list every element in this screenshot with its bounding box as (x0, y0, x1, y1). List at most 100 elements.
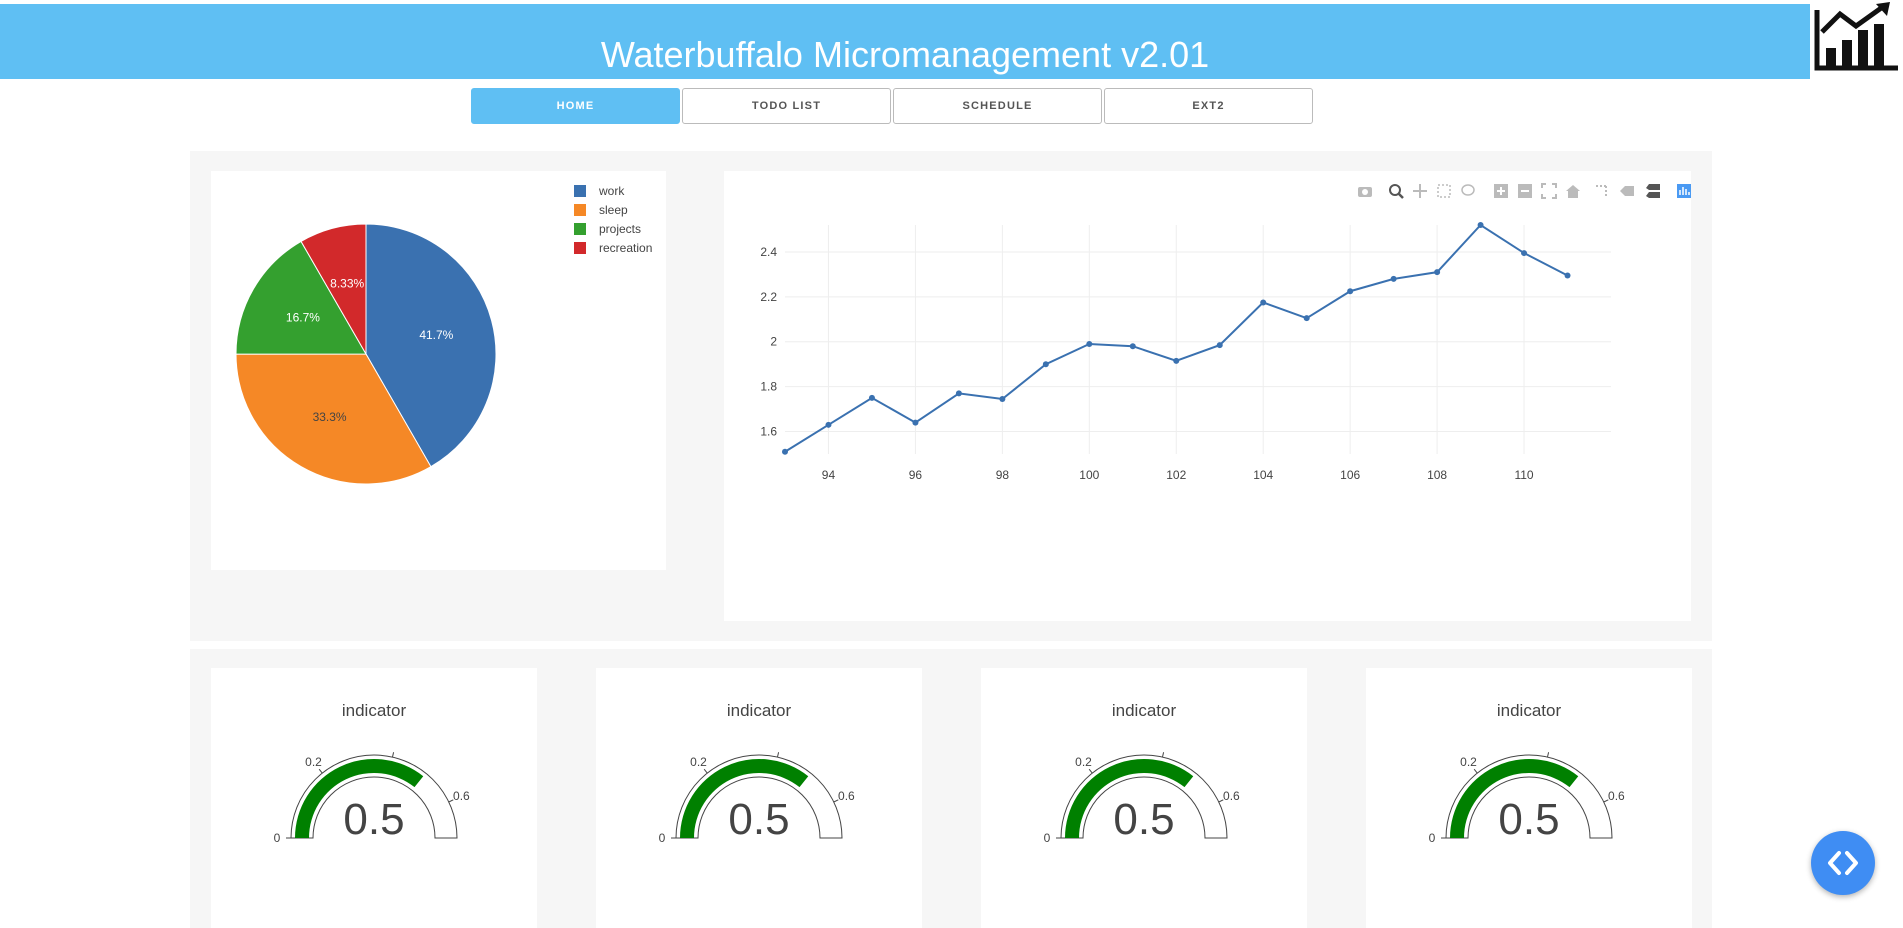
gauge-card: indicator 0 0.2 0.4 0.6 0.5 (596, 668, 922, 928)
tab-home[interactable]: HOME (471, 88, 680, 124)
gauge-value: 0.5 (728, 795, 789, 844)
gauge-tick-label: 0 (1044, 831, 1051, 845)
legend-item-sleep[interactable]: sleep (599, 203, 628, 217)
reset-axes-icon[interactable] (1566, 185, 1580, 198)
gauge-card: indicator 0 0.2 0.4 0.6 0.5 (211, 668, 537, 928)
gauge-tick (1161, 752, 1165, 758)
gauge-title: indicator (341, 701, 407, 720)
pie-value-label: 33.3% (313, 410, 347, 424)
legend-item-recreation[interactable]: recreation (599, 241, 652, 255)
data-point[interactable] (1173, 357, 1180, 364)
gauge-tick-label: 0 (659, 831, 666, 845)
gauge-value: 0.5 (1113, 795, 1174, 844)
legend-item-projects[interactable]: projects (599, 222, 641, 236)
data-point[interactable] (868, 394, 875, 401)
gauge-tick (1088, 768, 1093, 774)
gauge-tick-label: 0.2 (690, 755, 707, 769)
pie-value-label: 16.7% (286, 311, 320, 325)
gauge-title: indicator (726, 701, 792, 720)
gauge-title: indicator (1111, 701, 1177, 720)
gauge-tick-label: 0.2 (1460, 755, 1477, 769)
spike-lines-icon[interactable] (1596, 185, 1607, 196)
legend-swatch[interactable] (574, 242, 586, 254)
data-point[interactable] (1086, 340, 1093, 347)
gauge-title: indicator (1496, 701, 1562, 720)
lasso-icon[interactable] (1461, 184, 1475, 196)
gauge-indicator: 0 0.2 0.4 0.6 0.5 (274, 748, 470, 845)
tab-bar: HOME TODO LIST SCHEDULE EXT2 (471, 88, 1315, 126)
gauge-indicator: 0 0.2 0.4 0.6 0.5 (1044, 748, 1240, 845)
pie-value-label: 41.7% (419, 328, 453, 342)
gauge-tick-label: 0.4 (772, 748, 789, 750)
x-tick-label: 94 (822, 468, 836, 482)
legend-swatch[interactable] (574, 185, 586, 197)
x-tick-label: 108 (1427, 468, 1447, 482)
data-point[interactable] (1347, 288, 1354, 295)
gauge-card: indicator 0 0.2 0.4 0.6 0.5 (981, 668, 1307, 928)
data-point[interactable] (1042, 361, 1049, 368)
x-tick-label: 102 (1166, 468, 1186, 482)
x-tick-label: 100 (1079, 468, 1099, 482)
tab-todo-list[interactable]: TODO LIST (682, 88, 891, 124)
pie-chart[interactable]: 41.7% 33.3% 16.7% 8.33% work sleep projects rec… (211, 171, 666, 570)
code-toggle-button[interactable] (1811, 831, 1875, 895)
data-point[interactable] (1303, 315, 1310, 322)
gauge-tick-label: 0.4 (1157, 748, 1174, 750)
data-point[interactable] (1521, 250, 1528, 257)
gauge-tick-label: 0.4 (387, 748, 404, 750)
gauge-tick (391, 752, 395, 758)
gauge-tick (1473, 768, 1478, 774)
legend-item-work[interactable]: work (598, 184, 625, 198)
data-point[interactable] (955, 390, 962, 397)
data-point[interactable] (1564, 272, 1571, 279)
x-tick-label: 110 (1514, 468, 1533, 482)
x-tick-label: 106 (1340, 468, 1360, 482)
y-tick-label: 2 (770, 335, 777, 349)
data-point[interactable] (1390, 275, 1397, 282)
gauge-indicator: 0 0.2 0.4 0.6 0.5 (659, 748, 855, 845)
y-tick-label: 2.4 (760, 245, 777, 259)
line-chart[interactable]: 94 96 98 100 102 104 106 108 110 1.6 1.8 2 2.2 2.4 (724, 171, 1691, 621)
gauge-tick-label: 0.6 (838, 789, 855, 803)
x-tick-label: 104 (1253, 468, 1273, 482)
data-point[interactable] (1434, 269, 1441, 276)
data-point[interactable] (1216, 342, 1223, 349)
y-tick-label: 1.8 (760, 380, 777, 394)
tab-ext2[interactable]: EXT2 (1104, 88, 1313, 124)
legend-swatch[interactable] (574, 223, 586, 235)
gauge-tick-label: 0.6 (1223, 789, 1240, 803)
gauge-tick (776, 752, 780, 758)
gauge-tick (703, 768, 708, 774)
hover-closest-icon[interactable] (1620, 186, 1634, 196)
camera-icon[interactable] (1358, 187, 1372, 197)
data-point[interactable] (999, 395, 1006, 402)
box-select-icon[interactable] (1437, 184, 1451, 198)
gauge-tick-label: 0.6 (1608, 789, 1625, 803)
gauge-tick-label: 0 (1429, 831, 1436, 845)
data-point[interactable] (912, 419, 919, 426)
data-point[interactable] (825, 421, 832, 428)
gauge-tick-label: 0.6 (453, 789, 470, 803)
autoscale-icon[interactable] (1541, 183, 1557, 199)
line-chart-container: 94 96 98 100 102 104 106 108 110 1.6 1.8 2 2.2 2.4 (724, 171, 1691, 621)
data-point[interactable] (1129, 343, 1136, 350)
pan-icon[interactable] (1413, 184, 1427, 198)
plotly-logo-icon[interactable] (1677, 184, 1691, 198)
code-icon (1828, 851, 1858, 875)
data-point[interactable] (782, 448, 788, 455)
gauge-tick-label: 0.2 (305, 755, 322, 769)
data-point[interactable] (1477, 222, 1484, 228)
hover-compare-icon[interactable] (1646, 184, 1660, 198)
data-point[interactable] (1260, 299, 1267, 306)
y-tick-label: 1.6 (760, 425, 777, 439)
gauge-card: indicator 0 0.2 0.4 0.6 0.5 (1366, 668, 1692, 928)
y-tick-label: 2.2 (760, 290, 777, 304)
zoom-in-icon[interactable] (1494, 184, 1508, 198)
x-tick-label: 96 (909, 468, 923, 482)
tab-schedule[interactable]: SCHEDULE (893, 88, 1102, 124)
zoom-out-icon[interactable] (1518, 184, 1532, 198)
legend-swatch[interactable] (574, 204, 586, 216)
gauge-value: 0.5 (343, 795, 404, 844)
gauge-tick-label: 0 (274, 831, 281, 845)
zoom-icon[interactable] (1389, 184, 1404, 199)
